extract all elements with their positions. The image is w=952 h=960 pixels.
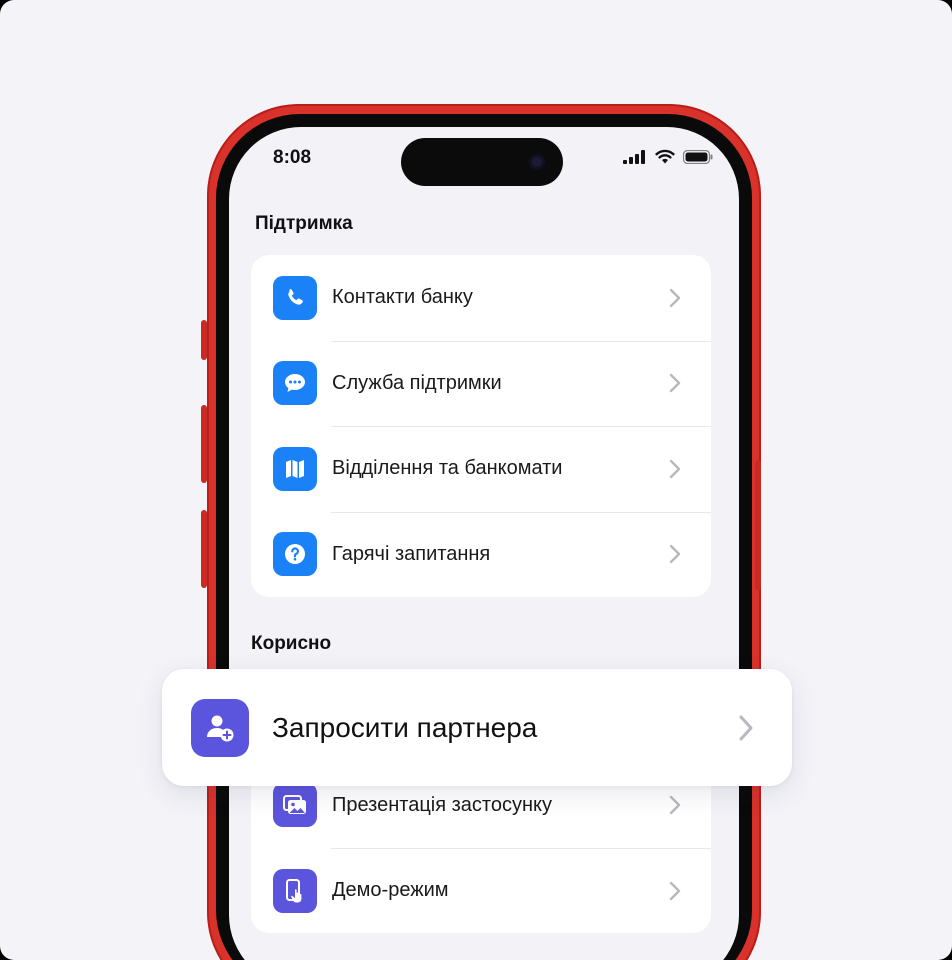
chevron-right-icon	[669, 459, 681, 478]
list-item-label: Гарячі запитання	[332, 542, 491, 565]
section-title-support: Підтримка	[255, 213, 353, 234]
list-item-label: Відділення та банкомати	[332, 457, 563, 480]
map-icon	[273, 446, 317, 491]
add-user-icon	[191, 698, 249, 757]
list-item-support-service[interactable]: Служба підтримки	[251, 340, 711, 427]
row-divider	[331, 511, 711, 513]
chevron-right-icon	[669, 288, 681, 307]
mute-switch	[201, 320, 207, 360]
phone-tap-icon	[273, 868, 317, 913]
chevron-right-icon	[669, 881, 681, 900]
wifi-icon	[655, 149, 675, 164]
question-icon	[273, 532, 317, 577]
list-item-bank-contacts[interactable]: Контакти банку	[251, 255, 711, 341]
phone-screen: 8:08 Підтримка Контакти банку Служба під…	[229, 127, 739, 960]
power-button	[755, 460, 761, 590]
row-divider	[331, 848, 711, 849]
list-item-label: Служба підтримки	[332, 371, 502, 394]
status-time: 8:08	[273, 147, 312, 168]
phone-icon	[273, 275, 317, 320]
chat-bubble-icon	[273, 361, 317, 406]
chevron-right-icon	[669, 796, 681, 815]
chevron-right-icon	[739, 715, 753, 740]
signal-icon	[623, 149, 645, 164]
list-item-label: Презентація застосунку	[332, 793, 553, 816]
list-item-faq[interactable]: Гарячі запитання	[251, 511, 711, 598]
list-item-invite-partner[interactable]: Запросити партнера	[162, 669, 792, 786]
row-divider	[331, 426, 711, 427]
volume-down-button	[201, 510, 207, 588]
front-camera	[529, 154, 545, 170]
chevron-right-icon	[669, 374, 681, 393]
status-icons	[623, 149, 713, 164]
list-item-label: Демо-режим	[332, 879, 449, 902]
row-divider	[331, 340, 711, 342]
dynamic-island	[401, 138, 563, 186]
volume-up-button	[201, 405, 207, 483]
battery-icon	[683, 149, 713, 164]
list-item-label: Запросити партнера	[272, 711, 538, 743]
chevron-right-icon	[669, 545, 681, 564]
section-title-useful: Корисно	[251, 633, 332, 654]
support-card: Контакти банку Служба підтримки Відділен…	[251, 255, 711, 597]
list-item-demo-mode[interactable]: Демо-режим	[251, 848, 711, 933]
gallery-icon	[273, 783, 317, 828]
list-item-branches-atms[interactable]: Відділення та банкомати	[251, 426, 711, 512]
page-background: 8:08 Підтримка Контакти банку Служба під…	[0, 0, 952, 960]
list-item-label: Контакти банку	[332, 286, 473, 309]
